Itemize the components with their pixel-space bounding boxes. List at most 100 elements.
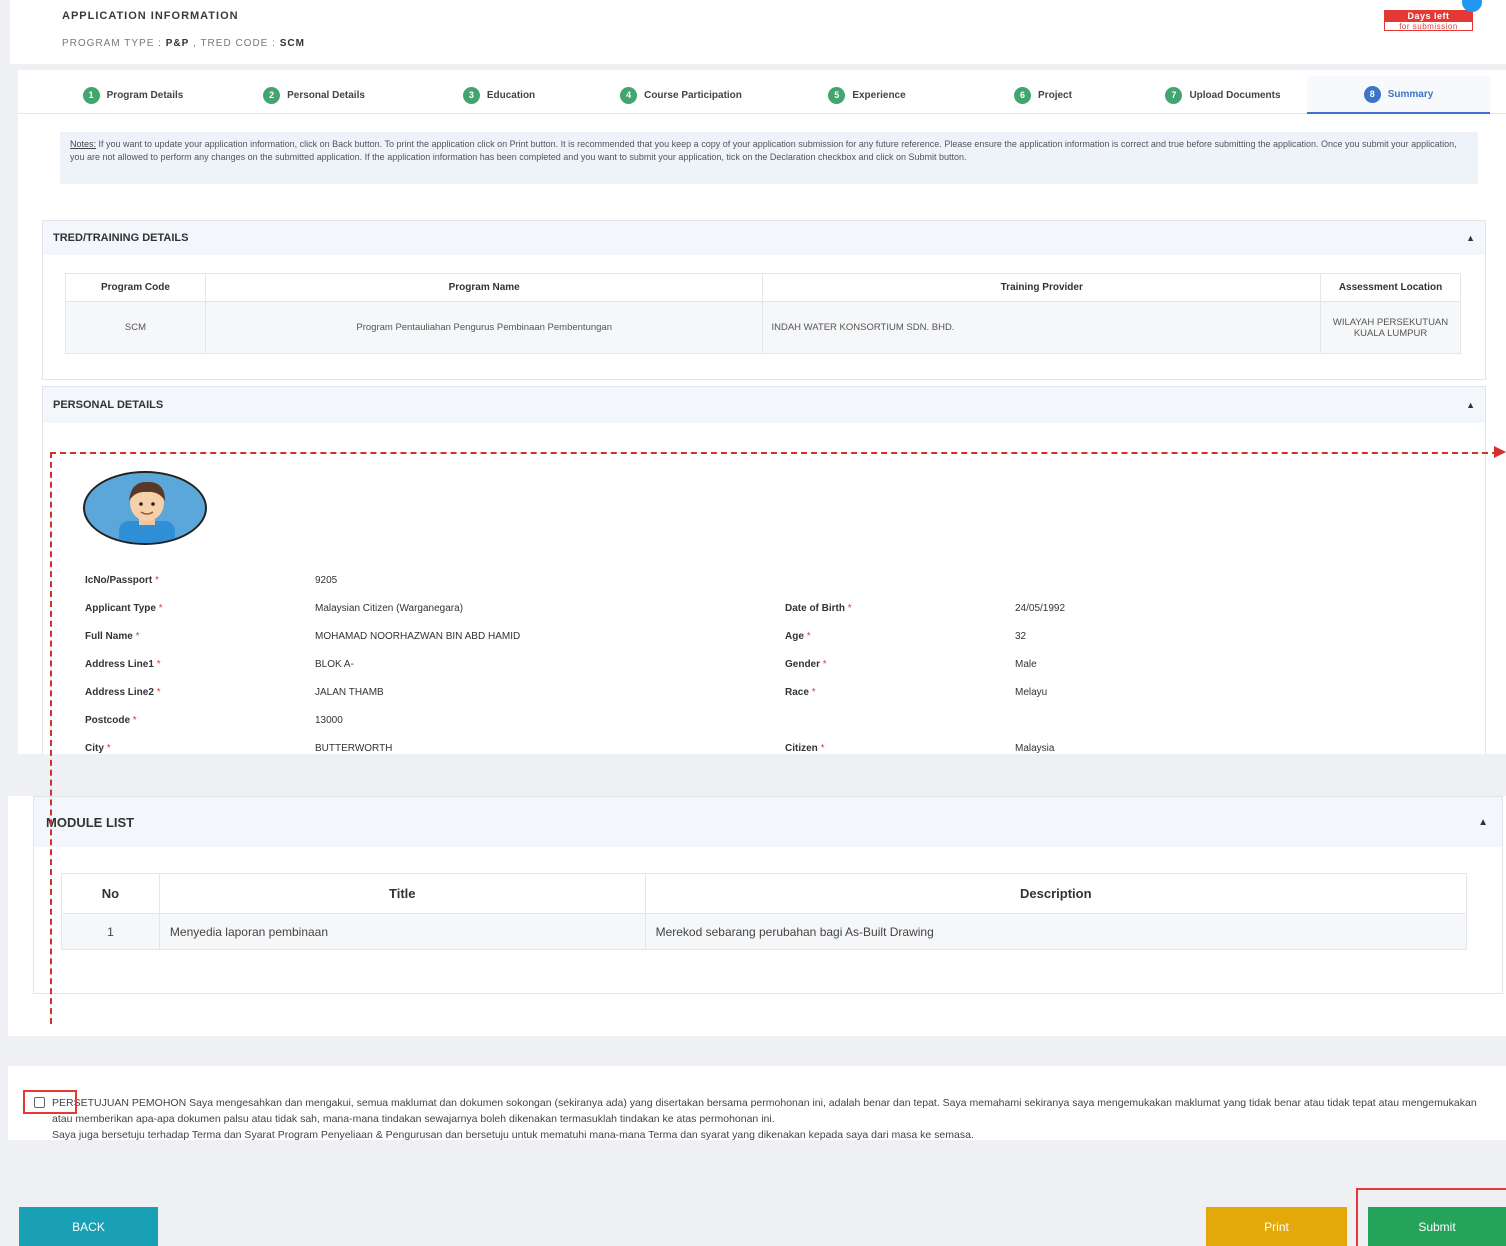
summary-card: 1 Program Details 2 Personal Details 3 Educ… (18, 70, 1506, 754)
citizen-label: Citizen * (785, 743, 825, 754)
step-number: 3 (462, 86, 480, 104)
days-left-badge: Days left for submission (1384, 10, 1473, 31)
table-row: SCM Program Pentauliahan Pengurus Pembin… (65, 301, 1461, 354)
assessment-location-cell: WILAYAH PERSEKUTUAN KUALA LUMPUR (1320, 301, 1461, 354)
collapse-caret-icon[interactable]: ▲ (1478, 817, 1488, 828)
tab-program-details[interactable]: 1 Program Details (58, 76, 208, 114)
page-title: APPLICATION INFORMATION (62, 10, 239, 22)
checkbox-highlight-box (23, 1090, 77, 1114)
tab-project[interactable]: 6 Project (978, 76, 1108, 114)
program-name-cell: Program Pentauliahan Pengurus Pembinaan … (204, 301, 764, 354)
program-code-cell: SCM (65, 301, 206, 354)
city-value: BUTTERWORTH (315, 743, 393, 754)
step-number: 2 (263, 86, 281, 104)
declaration-terms-text: Saya juga bersetuju terhadap Terma dan S… (52, 1129, 974, 1141)
ic-passport-value: 9205 (315, 575, 338, 586)
column-header: Program Name (204, 273, 764, 302)
module-no-cell: 1 (61, 913, 160, 950)
module-list-section: MODULE LIST ▲ No Title Description 1 Men… (33, 796, 1503, 994)
notes-text: If you want to update your application i… (70, 139, 1457, 162)
tred-code-value: SCM (279, 38, 305, 49)
days-left-caption: for submission (1399, 22, 1458, 31)
tab-label: Course Participation (644, 89, 742, 101)
tab-upload-documents[interactable]: 7 Upload Documents (1138, 76, 1308, 114)
section-header[interactable]: TRED/TRAINING DETAILS ▲ (43, 221, 1485, 255)
section-title: TRED/TRAINING DETAILS (53, 232, 189, 244)
tred-training-section: TRED/TRAINING DETAILS ▲ Program Code Pro… (42, 220, 1486, 380)
full-name-label: Full Name * (85, 631, 140, 642)
tab-label: Upload Documents (1189, 89, 1281, 101)
tab-education[interactable]: 3 Education (424, 76, 574, 114)
column-header: Training Provider (762, 273, 1322, 302)
module-description-cell: Merekod sebarang perubahan bagi As-Built… (644, 913, 1468, 950)
race-value: Melayu (1015, 687, 1048, 698)
column-header: Title (158, 873, 646, 914)
gender-value: Male (1015, 659, 1037, 670)
applicant-type-label: Applicant Type * (85, 603, 163, 614)
tab-label: Personal Details (287, 89, 365, 101)
notes-box: Notes: If you want to update your applic… (60, 132, 1478, 184)
step-number: 7 (1165, 86, 1183, 104)
program-type-label: PROGRAM TYPE : (62, 38, 166, 49)
column-header: Description (644, 873, 1468, 914)
tab-personal-details[interactable]: 2 Personal Details (234, 76, 394, 114)
postcode-value: 13000 (315, 715, 343, 726)
days-left-title: Days left (1385, 11, 1472, 22)
postcode-label: Postcode * (85, 715, 137, 726)
tab-label: Education (486, 89, 536, 101)
tab-summary[interactable]: 8 Summary (1307, 76, 1490, 114)
section-title: MODULE LIST (46, 814, 135, 830)
tab-label: Experience (852, 89, 906, 101)
program-type-value: P&P (165, 38, 190, 49)
ic-passport-label: IcNo/Passport * (85, 575, 159, 586)
race-label: Race * (785, 687, 816, 698)
program-info: PROGRAM TYPE : P&P , TRED CODE : SCM (62, 38, 305, 49)
personal-details-section: PERSONAL DETAILS ▲ IcNo/Passport * 9205 … (42, 386, 1486, 754)
age-label: Age * (785, 631, 811, 642)
address-line1-label: Address Line1 * (85, 659, 161, 670)
step-number: 8 (1363, 85, 1381, 103)
notes-label: Notes: (70, 139, 97, 149)
citizen-value: Malaysia (1015, 743, 1055, 754)
section-header[interactable]: MODULE LIST ▲ (34, 797, 1502, 847)
back-button[interactable]: BACK (19, 1207, 158, 1246)
tab-course-participation[interactable]: 4 Course Participation (586, 76, 776, 114)
address-line1-value: BLOK A- (315, 659, 354, 670)
step-number: 5 (828, 86, 846, 104)
tab-experience[interactable]: 5 Experience (792, 76, 942, 114)
dob-value: 24/05/1992 (1015, 603, 1066, 614)
declaration-text: PERSETUJUAN PEMOHON Saya mengesahkan dan… (52, 1097, 1477, 1125)
gender-label: Gender * (785, 659, 827, 670)
age-value: 32 (1015, 631, 1027, 642)
column-header: No (61, 873, 160, 914)
city-label: City * (85, 743, 111, 754)
print-button[interactable]: Print (1206, 1207, 1347, 1246)
annotation-arrow-icon (1494, 446, 1506, 458)
training-provider-cell: INDAH WATER KONSORTIUM SDN. BHD. (762, 301, 1322, 354)
address-line2-value: JALAN THAMB (315, 687, 384, 698)
section-header[interactable]: PERSONAL DETAILS ▲ (43, 387, 1485, 423)
tab-label: Project (1038, 89, 1072, 101)
step-number: 4 (620, 86, 638, 104)
tab-label: Summary (1387, 88, 1434, 100)
tred-table: Program Code Program Name Training Provi… (65, 273, 1461, 354)
collapse-caret-icon[interactable]: ▲ (1466, 233, 1475, 243)
section-title: PERSONAL DETAILS (53, 399, 164, 411)
step-number: 1 (82, 86, 100, 104)
avatar (83, 471, 207, 545)
annotation-dash-horizontal (50, 452, 1498, 454)
full-name-value: MOHAMAD NOORHAZWAN BIN ABD HAMID (315, 631, 521, 642)
collapse-caret-icon[interactable]: ▲ (1466, 400, 1475, 410)
tab-label: Program Details (106, 89, 184, 101)
annotation-dash-vertical (50, 452, 52, 1024)
declaration-panel: PERSETUJUAN PEMOHON Saya mengesahkan dan… (8, 1066, 1506, 1141)
step-number: 6 (1014, 86, 1032, 104)
module-table: No Title Description 1 Menyedia laporan … (61, 873, 1468, 950)
module-title-cell: Menyedia laporan pembinaan (158, 913, 646, 950)
address-line2-label: Address Line2 * (85, 687, 161, 698)
tred-code-label: , TRED CODE : (189, 38, 280, 49)
submit-highlight-box (1356, 1188, 1506, 1246)
dob-label: Date of Birth * (785, 603, 852, 614)
application-header: APPLICATION INFORMATION PROGRAM TYPE : P… (10, 0, 1506, 64)
column-header: Program Code (65, 273, 206, 302)
